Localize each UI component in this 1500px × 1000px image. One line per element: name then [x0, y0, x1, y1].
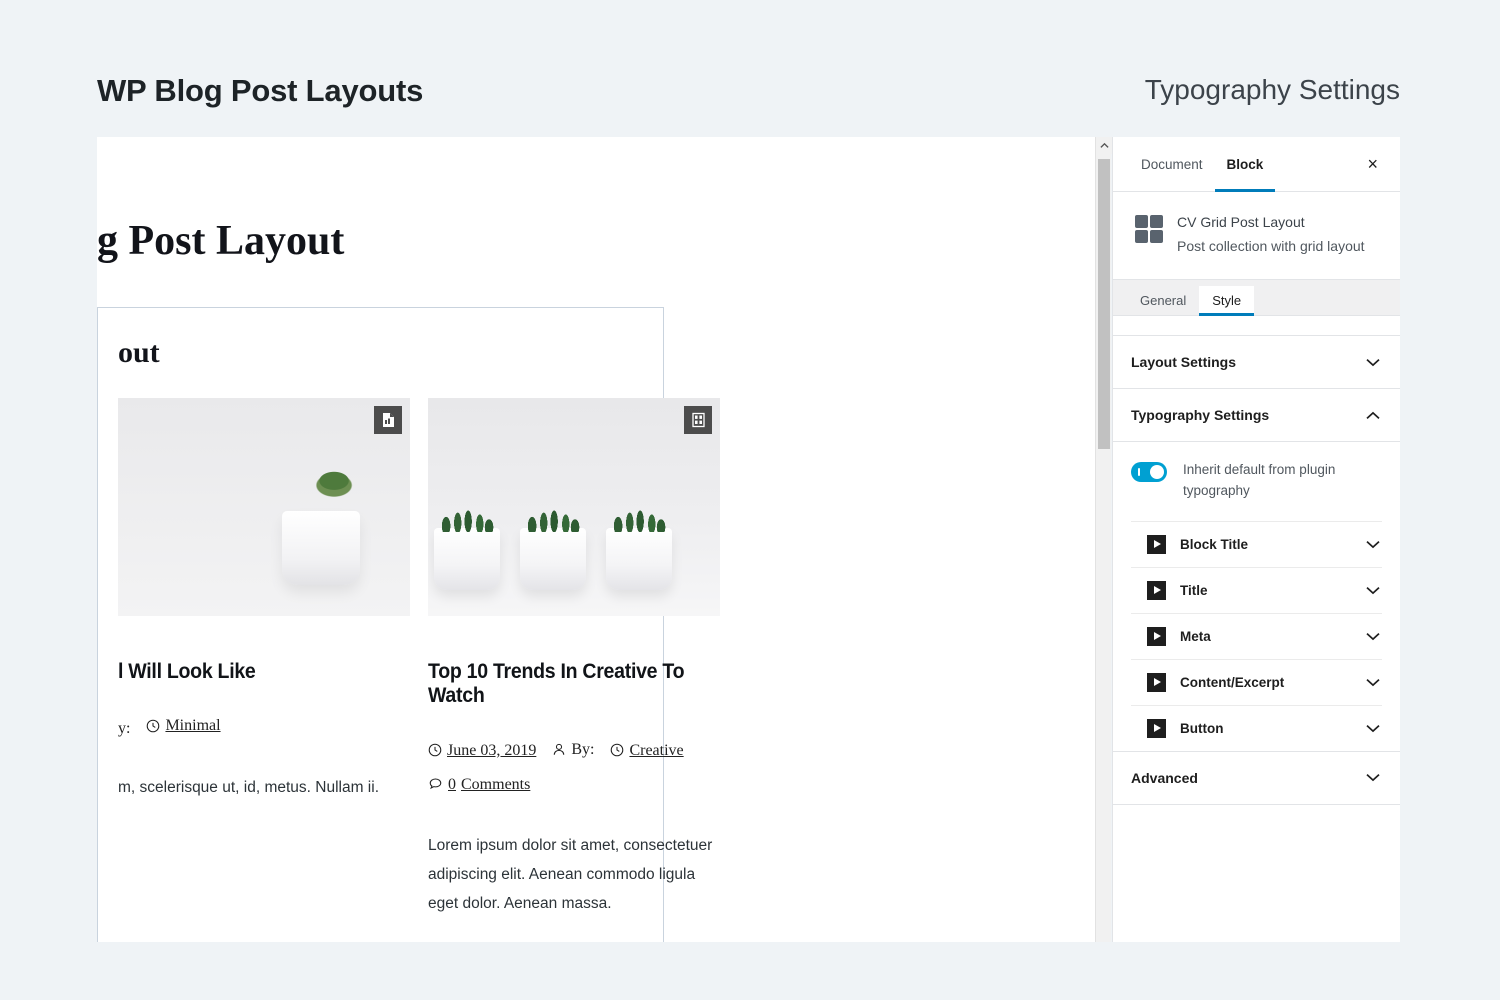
editor-content: g Post Layout out l Will Look Like y: Mi… [97, 137, 1097, 942]
chevron-down-icon[interactable] [1366, 630, 1380, 643]
meta-by: y: [118, 713, 130, 744]
typo-item-label: Block Title [1180, 536, 1249, 552]
sidebar-tabs: Document Block × [1113, 137, 1400, 192]
section-advanced[interactable]: Advanced [1113, 752, 1400, 805]
tab-block[interactable]: Block [1214, 137, 1276, 192]
post-thumbnail [118, 398, 410, 616]
close-icon[interactable]: × [1361, 137, 1384, 191]
grid-cell [1135, 230, 1148, 243]
block-info-card: CV Grid Post Layout Post collection with… [1113, 192, 1400, 281]
comment-icon [429, 778, 442, 790]
play-triangle-icon [1147, 534, 1166, 554]
typo-item-label: Button [1180, 720, 1224, 736]
toggle-bar [1138, 468, 1140, 477]
meta-author[interactable]: Minimal [146, 710, 221, 741]
panel-heading: Typography Settings [1144, 74, 1400, 105]
meta-date-link[interactable]: June 03, 2019 [447, 735, 536, 766]
editor-scrollbar[interactable] [1095, 137, 1112, 942]
style-tabs: General Style [1113, 280, 1400, 317]
meta-author[interactable]: Creative [610, 735, 684, 766]
post-meta: y: Minimal [118, 710, 410, 744]
play-triangle-icon [1147, 718, 1166, 738]
post-meta: June 03, 2019 By: Creative 0 Comments [428, 734, 720, 802]
section-label: Layout Settings [1131, 354, 1237, 371]
post-excerpt: m, scelerisque ut, id, metus. Nullam ii. [118, 778, 380, 796]
post-card[interactable]: l Will Look Like y: Minimal m, scelerisq… [118, 398, 410, 942]
meta-date[interactable]: June 03, 2019 [428, 735, 536, 766]
inherit-typography-label: Inherit default from plugin typography [1183, 462, 1336, 498]
chevron-down-icon[interactable] [1366, 722, 1380, 735]
gallery-columns-icon [684, 406, 712, 434]
typo-item-meta[interactable]: Meta [1131, 612, 1382, 659]
scrollbar-thumb[interactable] [1098, 159, 1110, 449]
meta-by-label: By: [571, 741, 595, 759]
subtab-general[interactable]: General [1127, 286, 1199, 315]
inherit-typography-toggle[interactable] [1131, 462, 1167, 483]
pot-shape [606, 502, 672, 590]
typo-item-label: Meta [1180, 628, 1211, 644]
post-title[interactable]: Top 10 Trends In Creative To Watch [428, 660, 700, 708]
typo-item-content-excerpt[interactable]: Content/Excerpt [1131, 658, 1382, 705]
subtab-style[interactable]: Style [1199, 286, 1255, 317]
chevron-down-icon[interactable] [1366, 676, 1380, 689]
tabs-spacer [1113, 316, 1400, 337]
typography-panel: Inherit default from plugin typography B… [1113, 442, 1400, 752]
block-heading: out [118, 336, 160, 369]
pot-shape [281, 511, 360, 586]
meta-author-link[interactable]: Creative [629, 735, 683, 766]
grid-cell [1135, 215, 1148, 228]
play-triangle-icon [1147, 626, 1166, 646]
chevron-up-icon [1366, 409, 1380, 422]
user-icon [554, 744, 565, 756]
block-description: Post collection with grid layout [1177, 237, 1365, 254]
clock-icon [611, 744, 624, 757]
meta-by-label: y: [118, 719, 131, 737]
block-settings-sidebar: Document Block × CV Grid Post Layout Pos… [1112, 137, 1400, 942]
post-grid: l Will Look Like y: Minimal m, scelerisq… [118, 398, 720, 942]
typo-item-button[interactable]: Button [1131, 704, 1382, 751]
post-title[interactable]: l Will Look Like [118, 660, 390, 684]
tab-document[interactable]: Document [1129, 137, 1215, 191]
play-triangle-icon [1147, 580, 1166, 600]
typo-item-block-title[interactable]: Block Title [1131, 520, 1382, 567]
block-name: CV Grid Post Layout [1177, 214, 1305, 230]
scroll-up-arrow-icon[interactable] [1096, 137, 1112, 154]
typo-item-label: Title [1180, 582, 1208, 598]
play-triangle-icon [1147, 672, 1166, 692]
chevron-down-icon[interactable] [1366, 584, 1380, 597]
post-thumbnail [428, 398, 720, 616]
section-label: Advanced [1131, 769, 1198, 786]
meta-comments[interactable]: 0 Comments [428, 769, 530, 800]
grid-cell [1150, 215, 1163, 228]
post-excerpt: Lorem ipsum dolor sit amet, consectetuer… [428, 837, 713, 912]
clock-icon [147, 719, 160, 733]
post-card[interactable]: Top 10 Trends In Creative To Watch June … [428, 398, 720, 942]
page-title: WP Blog Post Layouts [97, 73, 424, 108]
section-typography-settings[interactable]: Typography Settings [1113, 389, 1400, 443]
pot-shape [434, 502, 500, 590]
selected-block[interactable]: out l Will Look Like y: Minimal m, scele… [97, 307, 720, 942]
editor-post-heading: g Post Layout [97, 218, 345, 264]
pot-shape [520, 502, 586, 590]
typo-item-title[interactable]: Title [1131, 566, 1382, 613]
comment-count[interactable]: 0 [448, 769, 456, 800]
toggle-knob [1150, 465, 1164, 480]
file-document-icon [374, 406, 402, 434]
grid-cell [1150, 230, 1163, 243]
inherit-typography-row[interactable]: Inherit default from plugin typography [1113, 442, 1400, 521]
meta-by: By: [552, 734, 594, 765]
comment-label[interactable]: Comments [461, 769, 530, 800]
section-layout-settings[interactable]: Layout Settings [1113, 336, 1400, 390]
editor-canvas: g Post Layout out l Will Look Like y: Mi… [97, 137, 1097, 942]
clock-icon [428, 744, 442, 757]
chevron-down-icon[interactable] [1366, 538, 1380, 551]
chevron-down-icon [1366, 771, 1380, 784]
grid-2x2-icon [1135, 215, 1163, 243]
meta-author-link[interactable]: Minimal [165, 710, 220, 741]
section-label: Typography Settings [1131, 407, 1270, 424]
chevron-down-icon [1366, 356, 1380, 369]
typo-item-label: Content/Excerpt [1180, 674, 1285, 690]
